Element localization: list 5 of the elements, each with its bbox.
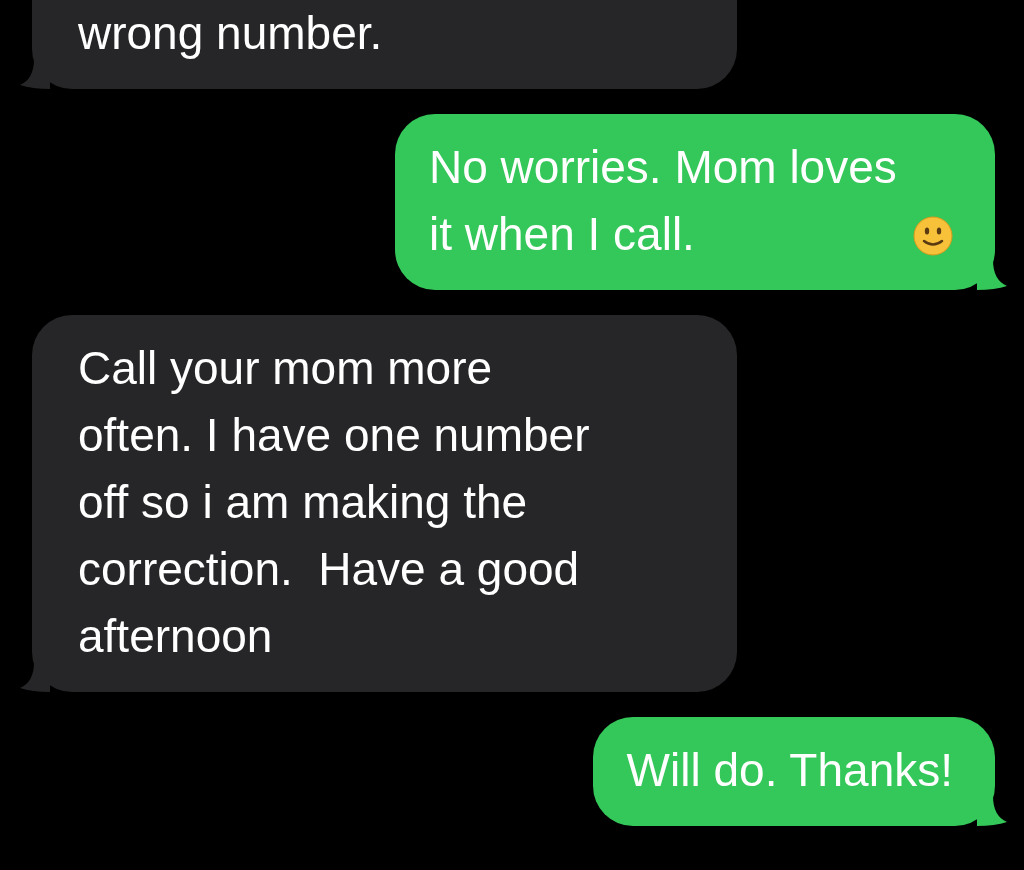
- message-text: Call your mom more often. I have one number off so i am making the correction. Have a good afternoon: [78, 341, 591, 664]
- smiley-icon: [913, 216, 953, 256]
- message-text: No worries. Mom loves it when I call.: [429, 140, 898, 262]
- message-text: wrong number.: [78, 6, 383, 61]
- message-text: Will do. Thanks!: [626, 743, 953, 798]
